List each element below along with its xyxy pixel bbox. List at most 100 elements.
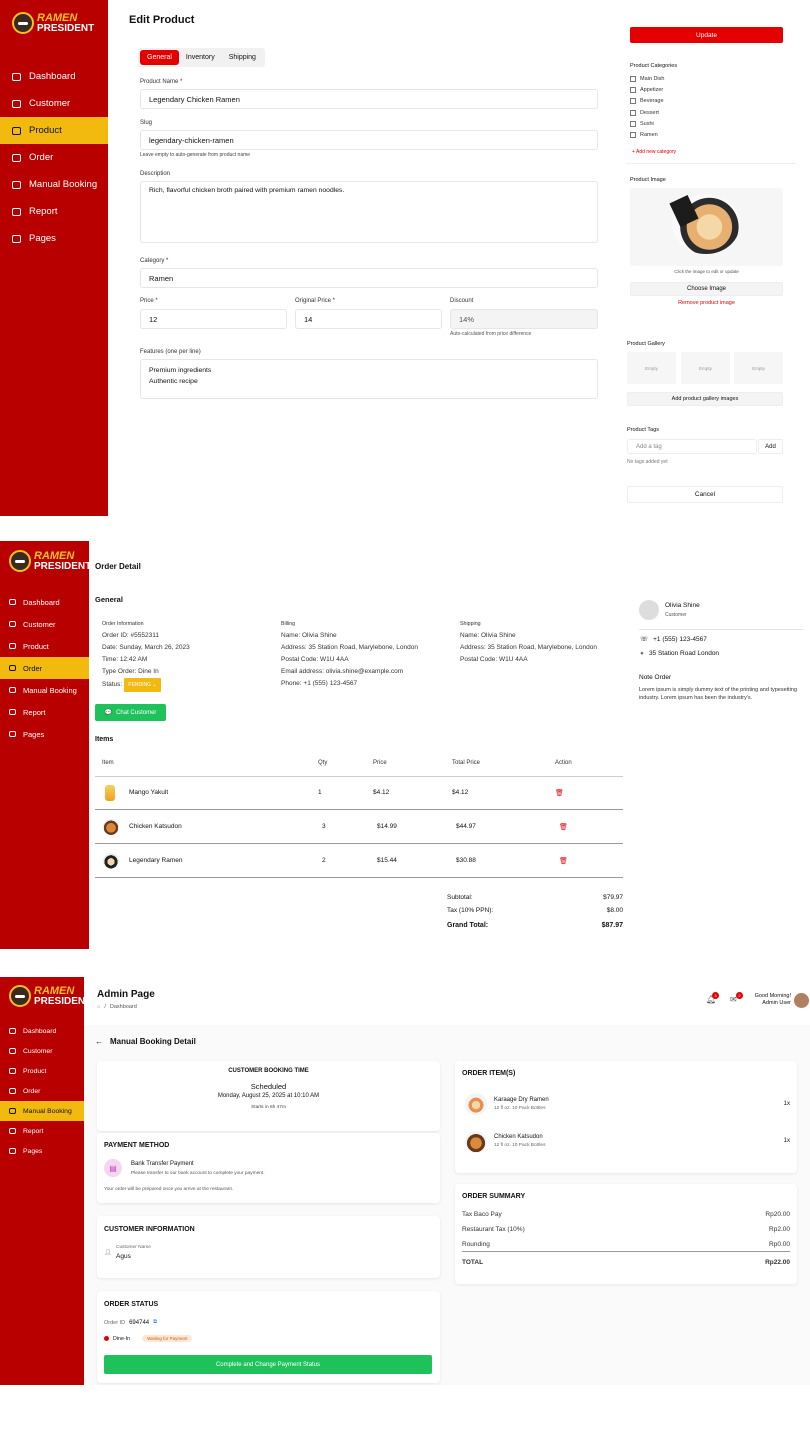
- tab-shipping[interactable]: Shipping: [222, 50, 263, 65]
- category-option[interactable]: Sushi: [630, 118, 664, 129]
- sidebar-item-order[interactable]: Order: [0, 144, 108, 171]
- sidebar-item-pages[interactable]: Pages: [0, 225, 108, 252]
- order-status-card: ORDER STATUS Order ID 694744 ⧉ Dine-In Wait…: [97, 1291, 440, 1383]
- update-button[interactable]: Update: [630, 27, 783, 43]
- delete-icon[interactable]: 🗑: [559, 823, 568, 831]
- shipping-title: Shipping: [460, 621, 481, 627]
- avatar[interactable]: [794, 993, 809, 1008]
- brand-line2: PRESIDENT: [34, 995, 92, 1007]
- users-icon: [9, 1048, 16, 1054]
- category-option[interactable]: Main Dish: [630, 73, 664, 84]
- home-icon[interactable]: ⌂: [97, 1004, 100, 1010]
- sidebar-item-dashboard[interactable]: Dashboard: [0, 591, 89, 613]
- billing-title: Billing: [281, 621, 296, 627]
- sidebar-item-order[interactable]: Order: [0, 1081, 84, 1101]
- brand-line1: RAMEN: [37, 11, 78, 24]
- category-option[interactable]: Dessert: [630, 107, 664, 118]
- add-category-link[interactable]: + Add new category: [632, 149, 676, 155]
- sidebar-item-customer[interactable]: Customer: [0, 90, 108, 117]
- delete-icon[interactable]: 🗑: [555, 789, 564, 797]
- pages-icon: [9, 731, 16, 737]
- checkbox[interactable]: [630, 132, 636, 139]
- product-name-input[interactable]: Legendary Chicken Ramen: [140, 89, 598, 109]
- checkbox[interactable]: [630, 120, 636, 127]
- feature-line: Authentic recipe: [149, 378, 198, 385]
- sidebar-item-report[interactable]: Report: [0, 701, 89, 723]
- tag-input[interactable]: Add a tag: [627, 439, 757, 454]
- sidebar-item-manual-booking[interactable]: Manual Booking: [0, 171, 108, 198]
- choose-image-button[interactable]: Choose Image: [630, 282, 783, 296]
- gallery-slot[interactable]: Empty: [734, 352, 783, 384]
- shipping-line: Name: Olivia Shine: [460, 632, 516, 639]
- column-header: Qty: [318, 760, 328, 766]
- item-total: $44.97: [456, 823, 476, 830]
- sidebar-item-label: Order: [23, 663, 43, 673]
- category-option[interactable]: Beverage: [630, 96, 664, 107]
- checkbox[interactable]: [630, 75, 636, 82]
- category-option-label: Beverage: [640, 98, 664, 105]
- slug-input[interactable]: legendary-chicken-ramen: [140, 130, 598, 150]
- sidebar-item-order[interactable]: Order: [0, 657, 89, 679]
- sidebar-item-customer[interactable]: Customer: [0, 1041, 84, 1061]
- checkbox[interactable]: [630, 109, 636, 116]
- features-textarea[interactable]: Premium ingredients Authentic recipe: [140, 359, 598, 399]
- remove-image-link[interactable]: Remove product image: [630, 300, 783, 306]
- checkbox[interactable]: [630, 98, 636, 105]
- add-gallery-button[interactable]: Add product gallery images: [627, 392, 783, 406]
- sidebar-item-label: Customer: [23, 1047, 53, 1055]
- sidebar-nav: Dashboard Customer Product Order Manual …: [0, 591, 89, 745]
- back-arrow-icon[interactable]: ←: [95, 1037, 103, 1046]
- category-option[interactable]: Ramen: [630, 129, 664, 140]
- sidebar-item-label: Pages: [23, 729, 45, 739]
- sidebar: RAMEN PRESIDENT Dashboard Customer Produc…: [0, 0, 108, 516]
- page-title: Manual Booking Detail: [110, 1037, 196, 1046]
- delete-icon[interactable]: 🗑: [559, 857, 568, 865]
- shipping-info: Shipping Name: Olivia Shine Address: 35 …: [460, 618, 597, 666]
- product-gallery-title: Product Gallery: [627, 341, 665, 347]
- sidebar-item-dashboard[interactable]: Dashboard: [0, 1021, 84, 1041]
- product-image[interactable]: [630, 188, 783, 266]
- sidebar-item-report[interactable]: Report: [0, 1121, 84, 1141]
- chart-icon: [12, 207, 21, 216]
- sidebar-item-label: Manual Booking: [23, 685, 77, 695]
- box-icon: [9, 1068, 16, 1074]
- cancel-button[interactable]: Cancel: [627, 486, 783, 503]
- complete-payment-button[interactable]: Complete and Change Payment Status: [104, 1355, 432, 1374]
- breadcrumb-item[interactable]: Dashboard: [110, 1004, 137, 1010]
- chat-customer-button[interactable]: 💬 Chat Customer: [95, 704, 166, 721]
- sidebar-item-pages[interactable]: Pages: [0, 1141, 84, 1161]
- sidebar-item-pages[interactable]: Pages: [0, 723, 89, 745]
- copy-icon[interactable]: ⧉: [153, 1319, 157, 1326]
- sidebar-item-manual-booking[interactable]: Manual Booking: [0, 1101, 84, 1121]
- sidebar-item-manual-booking[interactable]: Manual Booking: [0, 679, 89, 701]
- sidebar-item-report[interactable]: Report: [0, 198, 108, 225]
- booking-date: Monday, August 25, 2025 at 10:10 AM: [217, 1093, 320, 1099]
- sidebar-item-customer[interactable]: Customer: [0, 613, 89, 635]
- original-price-input[interactable]: 14: [295, 309, 442, 329]
- order-type-row: Dine-In Waiting for Payment: [104, 1335, 193, 1342]
- category-select[interactable]: Ramen: [140, 268, 598, 288]
- sidebar-item-label: Customer: [23, 619, 56, 629]
- add-tag-button[interactable]: Add: [758, 439, 783, 454]
- sidebar-item-product[interactable]: Product: [0, 117, 108, 144]
- checkbox[interactable]: [630, 86, 636, 93]
- booking-status: Scheduled: [250, 1082, 287, 1091]
- price-input[interactable]: 12: [140, 309, 287, 329]
- message-badge: 2: [736, 992, 743, 999]
- tab-inventory[interactable]: Inventory: [179, 50, 222, 65]
- sidebar-item-product[interactable]: Product: [0, 1061, 84, 1081]
- status-dropdown[interactable]: PENDING ⌄: [124, 678, 161, 692]
- sidebar-item-dashboard[interactable]: Dashboard: [0, 63, 108, 90]
- tab-general[interactable]: General: [140, 50, 179, 65]
- category-option[interactable]: Appetizer: [630, 84, 664, 95]
- tags-empty-text: No tags added yet: [627, 459, 668, 465]
- order-summary-title: ORDER SUMMARY: [462, 1193, 526, 1200]
- item-description: 12 fl oz. 10 Pack Bottles: [494, 1106, 546, 1111]
- gallery-slot[interactable]: Empty: [627, 352, 676, 384]
- sidebar-item-product[interactable]: Product: [0, 635, 89, 657]
- table-row: Mango Yakult 1 $4.12 $4.12 🗑: [95, 776, 623, 810]
- item-thumbnail: [465, 1131, 487, 1153]
- description-textarea[interactable]: Rich, flavorful chicken broth paired wit…: [140, 181, 598, 243]
- payment-description: Please transfer to our bank account to c…: [131, 1171, 265, 1176]
- gallery-slot[interactable]: Empty: [681, 352, 730, 384]
